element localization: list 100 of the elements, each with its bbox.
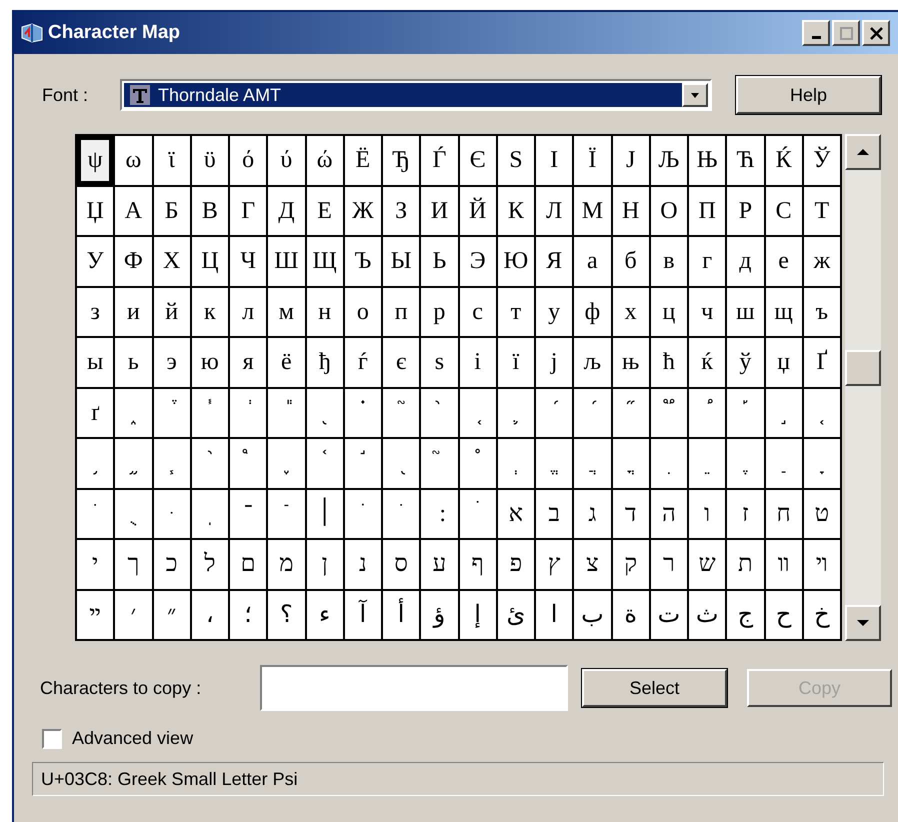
character-cell[interactable]: ֒	[154, 388, 192, 439]
character-cell[interactable]: ץ	[536, 540, 574, 590]
character-cell[interactable]: П	[689, 186, 728, 237]
character-cell[interactable]: ћ	[650, 338, 689, 388]
character-cell[interactable]: ђ	[306, 338, 345, 388]
character-cell[interactable]: ж	[804, 237, 842, 288]
character-cell[interactable]: Й	[460, 186, 498, 237]
character-cell[interactable]: ֕	[268, 388, 306, 439]
character-cell[interactable]: В	[192, 186, 230, 237]
character-cell[interactable]: И	[421, 186, 460, 237]
character-cell[interactable]: Ы	[383, 237, 422, 288]
character-cell[interactable]: ֳ	[612, 439, 651, 490]
character-cell[interactable]: ф	[574, 288, 612, 338]
character-cell[interactable]: љ	[574, 338, 612, 388]
character-cell[interactable]: Ї	[574, 136, 612, 186]
character-cell[interactable]: а	[574, 237, 612, 288]
character-cell[interactable]: ט	[804, 490, 842, 540]
character-cell[interactable]: ֛	[498, 388, 536, 439]
scroll-up-button[interactable]	[845, 134, 881, 170]
character-cell[interactable]: њ	[612, 338, 651, 388]
character-cell[interactable]: ֱ	[536, 439, 574, 490]
character-cell[interactable]: ֧	[154, 439, 192, 490]
character-cell[interactable]: ،	[192, 590, 230, 641]
character-cell[interactable]: М	[574, 186, 612, 237]
character-cell[interactable]: к	[192, 288, 230, 338]
character-cell[interactable]: ֲ	[574, 439, 612, 490]
character-cell[interactable]: К	[498, 186, 536, 237]
character-cell[interactable]: Ѓ	[421, 136, 460, 186]
character-cell[interactable]: ִ	[650, 439, 689, 490]
character-cell[interactable]: ֿ	[268, 490, 306, 540]
character-cell[interactable]: ѕ	[421, 338, 460, 388]
character-cell[interactable]: э	[154, 338, 192, 388]
character-cell[interactable]: у	[536, 288, 574, 338]
character-cell[interactable]: А	[115, 186, 154, 237]
character-cell[interactable]: ؤ	[421, 590, 460, 641]
character-cell[interactable]: н	[306, 288, 345, 338]
character-cell[interactable]: ֨	[192, 439, 230, 490]
maximize-button[interactable]	[832, 20, 860, 46]
character-cell[interactable]: ќ	[689, 338, 728, 388]
character-cell[interactable]: ؛	[230, 590, 268, 641]
character-cell[interactable]: ם	[230, 540, 268, 590]
character-cell[interactable]: ֬	[344, 439, 383, 490]
character-cell[interactable]: х	[612, 288, 651, 338]
character-cell[interactable]: ס	[383, 540, 422, 590]
character-cell[interactable]: ث	[689, 590, 728, 641]
character-cell[interactable]: ׁ	[344, 490, 383, 540]
character-cell[interactable]: Ў	[804, 136, 842, 186]
character-cell[interactable]: л	[230, 288, 268, 338]
character-cell[interactable]: џ	[766, 338, 804, 388]
character-cell[interactable]: ύ	[268, 136, 306, 186]
character-cell[interactable]: ׄ	[460, 490, 498, 540]
character-cell[interactable]: ׂ	[383, 490, 422, 540]
character-cell[interactable]: й	[154, 288, 192, 338]
font-dropdown[interactable]: Thorndale AMT	[120, 79, 712, 111]
character-cell[interactable]: Ћ	[727, 136, 766, 186]
character-cell[interactable]: ֑	[115, 388, 154, 439]
character-cell[interactable]: ت	[650, 590, 689, 641]
close-button[interactable]	[862, 20, 890, 46]
character-cell[interactable]: ֠	[689, 388, 728, 439]
scrollbar[interactable]	[845, 134, 881, 641]
character-cell[interactable]: י	[77, 540, 116, 590]
character-cell[interactable]: Б	[154, 186, 192, 237]
character-cell[interactable]: п	[383, 288, 422, 338]
character-cell[interactable]: ֣	[766, 388, 804, 439]
character-cell[interactable]: т	[498, 288, 536, 338]
character-cell[interactable]: і	[460, 338, 498, 388]
characters-to-copy-field[interactable]	[260, 665, 568, 711]
character-cell[interactable]: Ж	[344, 186, 383, 237]
character-cell[interactable]: ז	[727, 490, 766, 540]
character-cell[interactable]: Ю	[498, 237, 536, 288]
character-cell[interactable]: خ	[804, 590, 842, 641]
character-cell[interactable]: צ	[574, 540, 612, 590]
character-cell[interactable]: ю	[192, 338, 230, 388]
character-cell[interactable]: ֤	[804, 388, 842, 439]
character-cell[interactable]: о	[344, 288, 383, 338]
character-cell[interactable]: ֙	[421, 388, 460, 439]
character-cell[interactable]: ب	[574, 590, 612, 641]
character-cell[interactable]: ї	[498, 338, 536, 388]
character-cell[interactable]: מ	[268, 540, 306, 590]
character-cell[interactable]: Ц	[192, 237, 230, 288]
character-cell[interactable]: װ	[766, 540, 804, 590]
character-cell[interactable]: д	[727, 237, 766, 288]
character-cell[interactable]: І	[536, 136, 574, 186]
character-cell[interactable]: Т	[804, 186, 842, 237]
character-cell[interactable]: м	[268, 288, 306, 338]
character-cell[interactable]: ג	[574, 490, 612, 540]
character-cell[interactable]: Ґ	[804, 338, 842, 388]
character-cell[interactable]: ֞	[612, 388, 651, 439]
character-cell[interactable]: ш	[727, 288, 766, 338]
character-cell[interactable]: ֡	[727, 388, 766, 439]
help-button[interactable]: Help	[736, 76, 881, 114]
character-cell[interactable]: ֔	[230, 388, 268, 439]
character-cell[interactable]: פ	[498, 540, 536, 590]
character-cell[interactable]: Љ	[650, 136, 689, 186]
character-cell[interactable]: ч	[689, 288, 728, 338]
character-cell[interactable]: ь	[115, 338, 154, 388]
character-cell[interactable]: ְ	[498, 439, 536, 490]
character-cell[interactable]: ֟	[650, 388, 689, 439]
character-cell[interactable]: з	[77, 288, 116, 338]
character-cell[interactable]: כ	[154, 540, 192, 590]
